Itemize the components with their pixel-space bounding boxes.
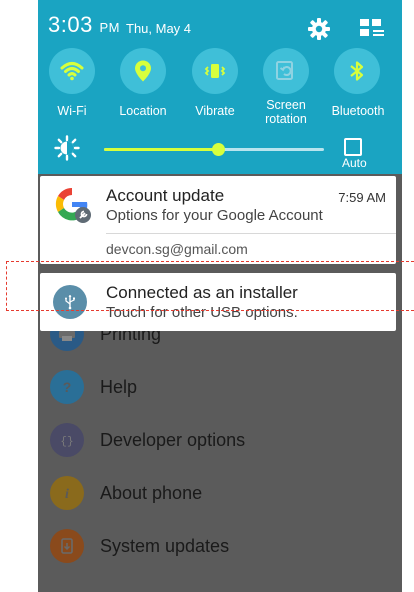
svg-text:?: ? (63, 379, 72, 395)
svg-text:i: i (65, 487, 69, 502)
status-bar: 3:03 PM Thu, May 4 (38, 0, 402, 42)
tile-label-vibrate: Vibrate (195, 104, 235, 118)
tile-label-screen-rotation: Screen rotation (265, 98, 307, 126)
notification-subtitle: Options for your Google Account (106, 207, 323, 224)
auto-brightness-label: Auto (342, 156, 367, 170)
help-icon: ? (50, 370, 84, 404)
tile-label-location: Location (119, 104, 167, 118)
tile-wifi[interactable] (49, 48, 95, 94)
screen-rotation-icon (276, 61, 293, 80)
clock: 3:03 PM (48, 12, 120, 37)
vibrate-icon (204, 64, 226, 78)
date: Thu, May 4 (126, 21, 192, 36)
settings-item-developer-options[interactable]: {} Developer options (38, 417, 402, 470)
brightness-fill (104, 148, 219, 151)
brightness-slider[interactable] (104, 143, 324, 156)
notification-time: 7:59 AM (338, 190, 386, 205)
svg-text:{}: {} (60, 436, 73, 448)
wifi-icon (60, 62, 84, 81)
edit-tiles-icon[interactable] (359, 18, 385, 38)
settings-item-label: System updates (100, 536, 230, 556)
developer-options-icon: {} (50, 423, 84, 457)
gear-icon[interactable] (307, 17, 331, 41)
settings-item-label: Help (100, 377, 138, 397)
divider (106, 233, 396, 234)
tile-vibrate[interactable] (192, 48, 238, 94)
notification-account-update[interactable]: Account update 7:59 AM Options for your … (40, 176, 396, 264)
notification-shade: 3:03 PM Thu, May 4 Wi-Fi Location Vibrat… (38, 0, 402, 174)
tile-label-bluetooth: Bluetooth (331, 104, 385, 118)
tile-label-wifi: Wi-Fi (57, 104, 87, 118)
settings-item-label: About phone (100, 483, 203, 503)
settings-item-label: Developer options (100, 430, 246, 450)
tile-bluetooth[interactable] (334, 48, 380, 94)
brightness-thumb[interactable] (212, 143, 226, 156)
bluetooth-icon (350, 61, 364, 81)
system-update-icon (50, 529, 84, 563)
location-icon (135, 60, 151, 82)
auto-brightness-checkbox[interactable] (344, 138, 362, 156)
notification-title: Account update (106, 186, 225, 205)
settings-item-system-updates[interactable]: System updates (38, 523, 402, 576)
tile-location[interactable] (120, 48, 166, 94)
info-icon: i (50, 476, 84, 510)
tile-screen-rotation[interactable] (263, 48, 309, 94)
brightness-icon (54, 135, 80, 161)
highlight-box (6, 261, 414, 311)
google-account-icon (55, 187, 91, 223)
settings-item-help[interactable]: ? Help (38, 364, 402, 417)
settings-item-about-phone[interactable]: i About phone (38, 470, 402, 523)
account-email: devcon.sg@gmail.com (106, 241, 248, 257)
